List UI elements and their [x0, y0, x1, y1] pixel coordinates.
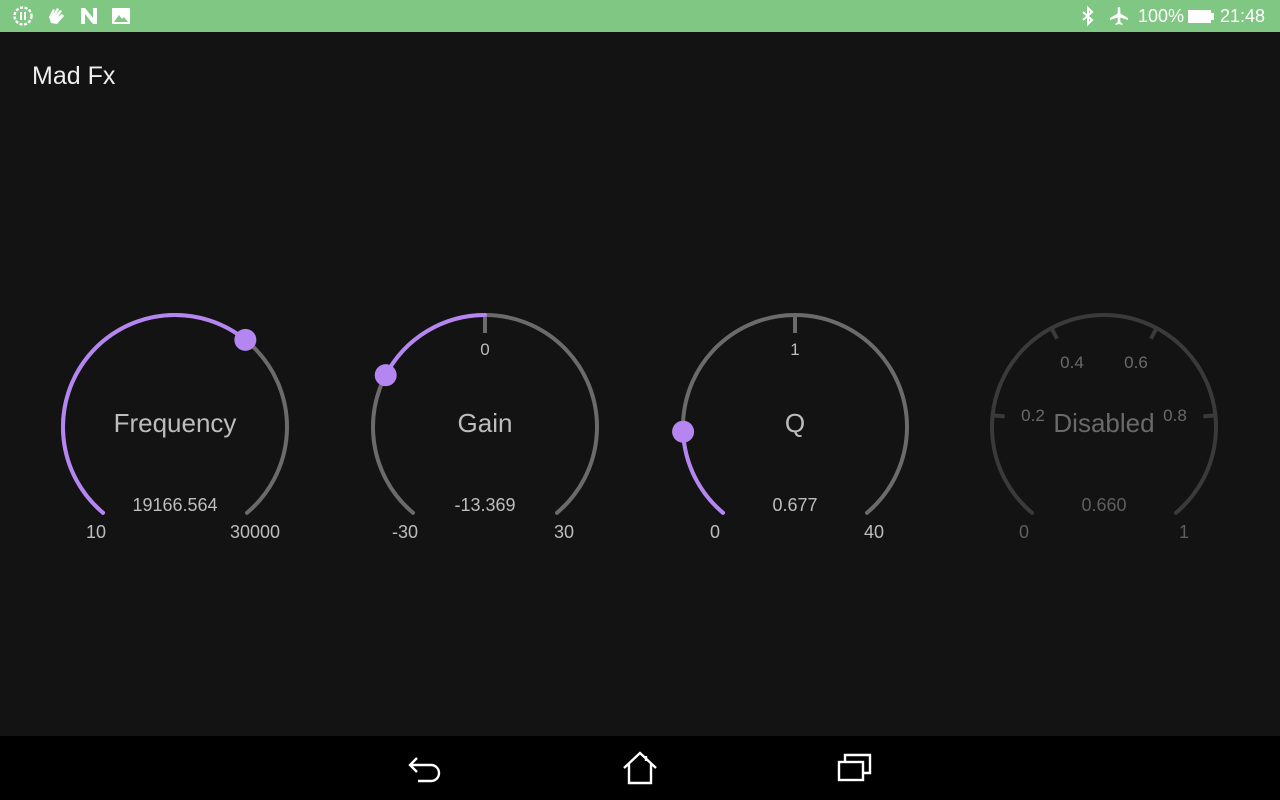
knob-gain[interactable]: 0 Gain -13.369 -30 30 — [355, 300, 615, 560]
knob-max-label: 30000 — [229, 522, 281, 542]
knob-value: 19166.564 — [132, 495, 218, 515]
knob-disabled: 0.2 0.4 0.6 0.8 Disabled 0.660 0 1 — [974, 300, 1234, 560]
home-icon[interactable] — [620, 750, 660, 786]
status-bar: 100% 21:48 — [0, 0, 1280, 32]
knob-value: -13.369 — [454, 495, 516, 515]
knob-frequency[interactable]: Frequency 19166.564 10 30000 — [45, 300, 305, 560]
knob-value: 0.677 — [772, 495, 818, 515]
knob-max-label: 30 — [553, 522, 575, 542]
knob-label: Disabled — [1053, 408, 1155, 438]
knob-q[interactable]: 1 Q 0.677 0 40 — [665, 300, 925, 560]
knob-label: Frequency — [113, 408, 237, 438]
knob-min-label: 10 — [85, 522, 107, 542]
knob-min-label: 0 — [709, 522, 720, 542]
pause-circle-icon — [13, 6, 33, 26]
knob-center-label: 1 — [790, 340, 800, 359]
battery-icon — [1188, 10, 1214, 23]
knob-tick — [1049, 327, 1059, 340]
knob-max-label: 40 — [863, 522, 885, 542]
app-title: Mad Fx — [32, 62, 116, 90]
knob-label: Q — [784, 408, 806, 438]
knob-value: 0.660 — [1081, 495, 1127, 515]
airplane-icon — [1110, 7, 1128, 25]
knob-label: Gain — [457, 408, 513, 438]
knob-handle[interactable] — [234, 328, 257, 351]
hand-icon — [49, 8, 64, 24]
knob-max-label: 1 — [1178, 522, 1189, 542]
knob-center-label: 0 — [480, 340, 490, 359]
back-icon[interactable] — [405, 750, 445, 786]
knob-min-label: 0 — [1018, 522, 1029, 542]
bluetooth-icon — [1082, 5, 1094, 27]
clock: 21:48 — [1220, 6, 1266, 26]
image-icon — [112, 8, 130, 24]
knob-tick-label: 0.4 — [1060, 353, 1084, 372]
knob-tick — [1149, 327, 1159, 340]
knob-tick-label: 0.6 — [1124, 353, 1148, 372]
battery-percent: 100% — [1138, 6, 1185, 26]
recents-icon[interactable] — [835, 750, 875, 786]
n-icon — [81, 8, 97, 24]
knob-min-label: -30 — [391, 522, 418, 542]
knob-handle[interactable] — [374, 364, 397, 387]
navigation-bar — [0, 736, 1280, 800]
